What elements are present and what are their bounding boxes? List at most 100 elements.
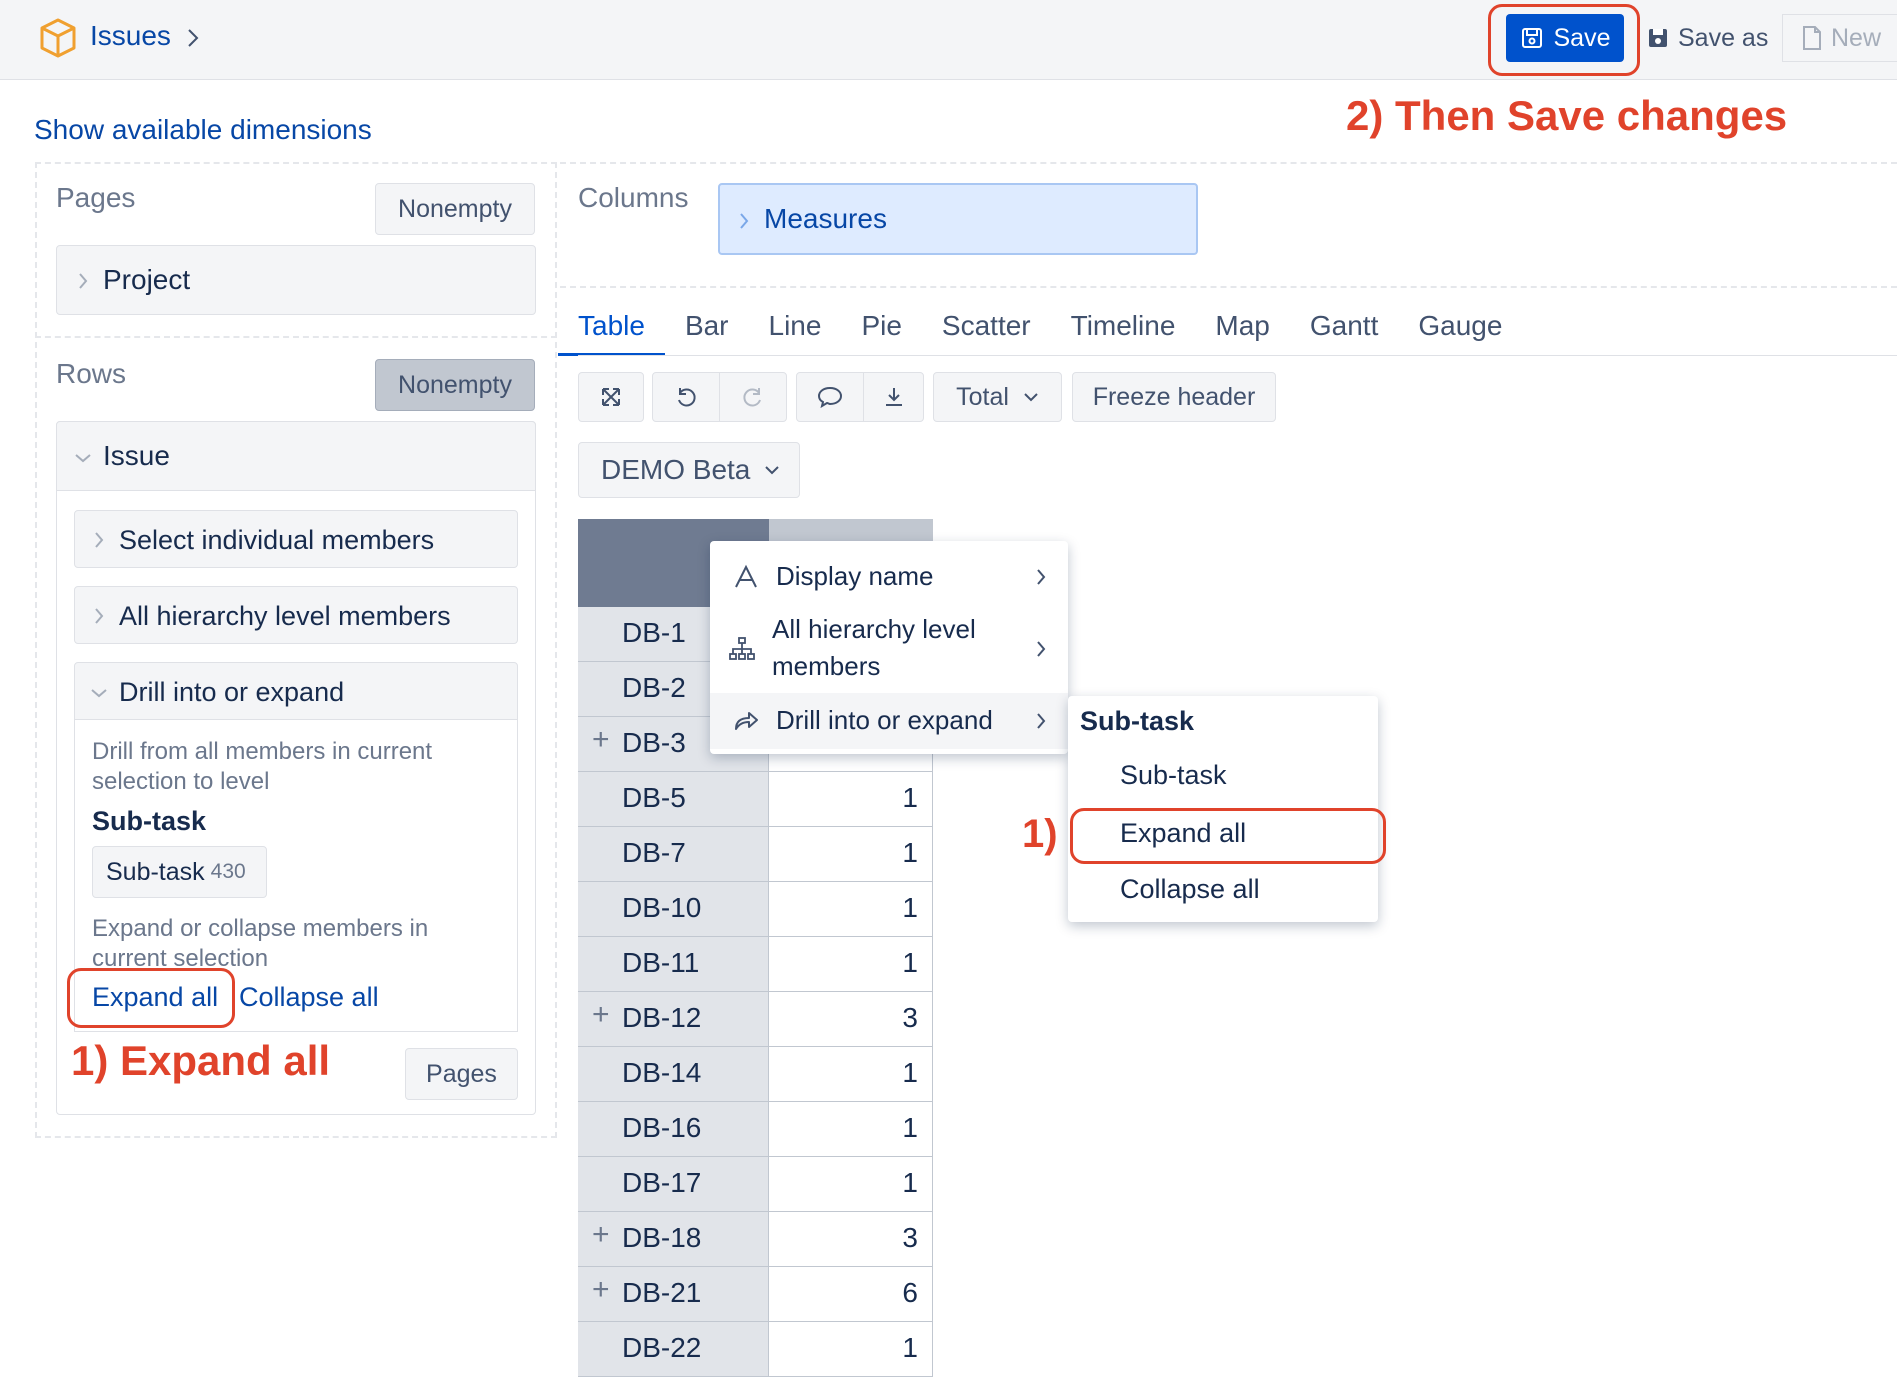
sub-task-level-chip[interactable]: Sub-task 430 (92, 846, 267, 898)
submenu-item-sub-task[interactable]: Sub-task (1120, 760, 1227, 791)
value-cell-text: 1 (902, 1332, 918, 1363)
chevron-down-icon (1024, 393, 1038, 402)
row-header-cell[interactable]: DB-10 (578, 882, 769, 937)
table-row: DB-7 1 (578, 827, 933, 882)
total-label: Total (956, 382, 1009, 411)
select-individual-members-option[interactable]: Select individual members (74, 510, 518, 568)
row-header-label: DB-16 (622, 1112, 702, 1143)
row-header-cell[interactable]: + DB-12 (578, 992, 769, 1047)
value-cell: 3 (769, 1212, 933, 1267)
annotation-save-highlight (1488, 4, 1640, 76)
submenu-heading: Sub-task (1080, 706, 1195, 736)
new-document-icon (1803, 26, 1821, 50)
submenu-item-collapse-all[interactable]: Collapse all (1120, 874, 1260, 905)
move-to-pages-button[interactable]: Pages (405, 1048, 518, 1100)
row-header-label: DB-21 (622, 1277, 702, 1308)
chevron-right-icon (188, 29, 199, 47)
total-dropdown[interactable]: Total (933, 372, 1062, 422)
issue-dimension-label: Issue (103, 440, 170, 471)
tab-gantt[interactable]: Gantt (1310, 306, 1378, 356)
annotation-expand-all: 1) Expand all (71, 1037, 331, 1084)
value-cell-text: 1 (902, 1112, 918, 1143)
tab-line[interactable]: Line (769, 306, 822, 356)
row-header-label: DB-14 (622, 1057, 702, 1088)
pages-nonempty-button[interactable]: Nonempty (375, 183, 535, 235)
menu-all-hierarchy-label-line1: All hierarchy level (772, 614, 976, 644)
expand-plus-icon[interactable]: + (592, 1273, 610, 1307)
export-button[interactable] (863, 372, 924, 422)
row-header-cell[interactable]: + DB-21 (578, 1267, 769, 1322)
breadcrumb-issues[interactable]: Issues (90, 20, 171, 52)
value-cell-text: 3 (902, 1002, 918, 1033)
value-cell-text: 1 (902, 892, 918, 923)
demo-selector-dropdown[interactable]: DEMO Beta (578, 442, 800, 498)
value-cell: 1 (769, 1047, 933, 1102)
tab-pie[interactable]: Pie (861, 306, 901, 356)
menu-item-drill-into-or-expand[interactable]: Drill into or expand (710, 693, 1068, 749)
expand-plus-icon[interactable]: + (592, 1218, 610, 1252)
row-header-label: DB-5 (622, 782, 686, 813)
new-button[interactable]: New (1782, 14, 1897, 62)
fullscreen-button[interactable] (578, 372, 644, 422)
save-as-label: Save as (1678, 23, 1769, 52)
expand-collapse-description: Expand or collapse members in current se… (92, 915, 429, 972)
demo-selector-label: DEMO Beta (601, 454, 751, 485)
undo-button[interactable] (652, 372, 720, 422)
row-header-cell[interactable]: DB-17 (578, 1157, 769, 1212)
tab-timeline[interactable]: Timeline (1071, 306, 1176, 356)
save-as-button[interactable]: Save as (1638, 14, 1778, 62)
freeze-header-button[interactable]: Freeze header (1072, 372, 1276, 422)
annotation-expand-all-highlight (67, 968, 235, 1028)
pages-section-label: Pages (56, 182, 136, 213)
rows-nonempty-button[interactable]: Nonempty (375, 359, 535, 411)
row-header-cell[interactable]: DB-14 (578, 1047, 769, 1102)
menu-item-display-name[interactable]: Display name (710, 549, 1068, 605)
tab-gauge[interactable]: Gauge (1418, 306, 1502, 356)
row-header-cell[interactable]: DB-5 (578, 772, 769, 827)
expand-plus-icon[interactable]: + (592, 723, 610, 757)
columns-divider (560, 286, 1897, 288)
sub-task-chip-label: Sub-task (106, 857, 205, 886)
row-header-label: DB-12 (622, 1002, 702, 1033)
row-header-cell[interactable]: + DB-18 (578, 1212, 769, 1267)
row-header-cell[interactable]: DB-16 (578, 1102, 769, 1157)
tab-bar[interactable]: Bar (685, 306, 729, 356)
all-hierarchy-level-members-label: All hierarchy level members (119, 601, 451, 631)
drill-arrow-icon (735, 712, 758, 730)
drill-level-heading: Sub-task (92, 806, 207, 836)
tab-scatter[interactable]: Scatter (942, 306, 1031, 356)
value-cell: 1 (769, 827, 933, 882)
value-cell: 1 (769, 882, 933, 937)
comment-button[interactable] (796, 372, 864, 422)
menu-display-name-label: Display name (776, 561, 934, 591)
columns-section-label: Columns (578, 182, 689, 213)
row-header-label: DB-2 (622, 672, 686, 703)
tab-table[interactable]: Table (558, 306, 665, 356)
row-header-cell[interactable]: DB-22 (578, 1322, 769, 1377)
all-hierarchy-level-members-option[interactable]: All hierarchy level members (74, 586, 518, 644)
view-tabs: Table Bar Line Pie Scatter Timeline Map … (558, 306, 1542, 356)
chevron-right-icon (79, 273, 88, 289)
show-dimensions-link[interactable]: Show available dimensions (34, 114, 372, 146)
sub-task-chip-count: 430 (210, 860, 246, 883)
menu-item-all-hierarchy[interactable]: All hierarchy level members (710, 605, 1068, 693)
chevron-right-icon (95, 608, 104, 624)
expand-plus-icon[interactable]: + (592, 998, 610, 1032)
measures-dimension[interactable]: Measures (718, 183, 1198, 255)
measures-label: Measures (764, 203, 887, 234)
annotation-menu-expand-all-highlight (1070, 808, 1386, 864)
drill-into-or-expand-option[interactable]: Drill into or expand (74, 662, 518, 720)
value-cell: 1 (769, 1322, 933, 1377)
table-row: DB-14 1 (578, 1047, 933, 1102)
pages-nonempty-label: Nonempty (398, 194, 512, 223)
row-header-cell[interactable]: DB-7 (578, 827, 769, 882)
redo-button[interactable] (719, 372, 787, 422)
issue-dimension-header[interactable]: Issue (56, 421, 536, 491)
chevron-right-icon (95, 532, 104, 548)
tab-map[interactable]: Map (1215, 306, 1269, 356)
tabs-divider (578, 355, 1897, 356)
collapse-all-link[interactable]: Collapse all (239, 982, 379, 1013)
panel-divider (35, 336, 557, 338)
project-dimension[interactable]: Project (56, 245, 536, 315)
row-header-cell[interactable]: DB-11 (578, 937, 769, 992)
